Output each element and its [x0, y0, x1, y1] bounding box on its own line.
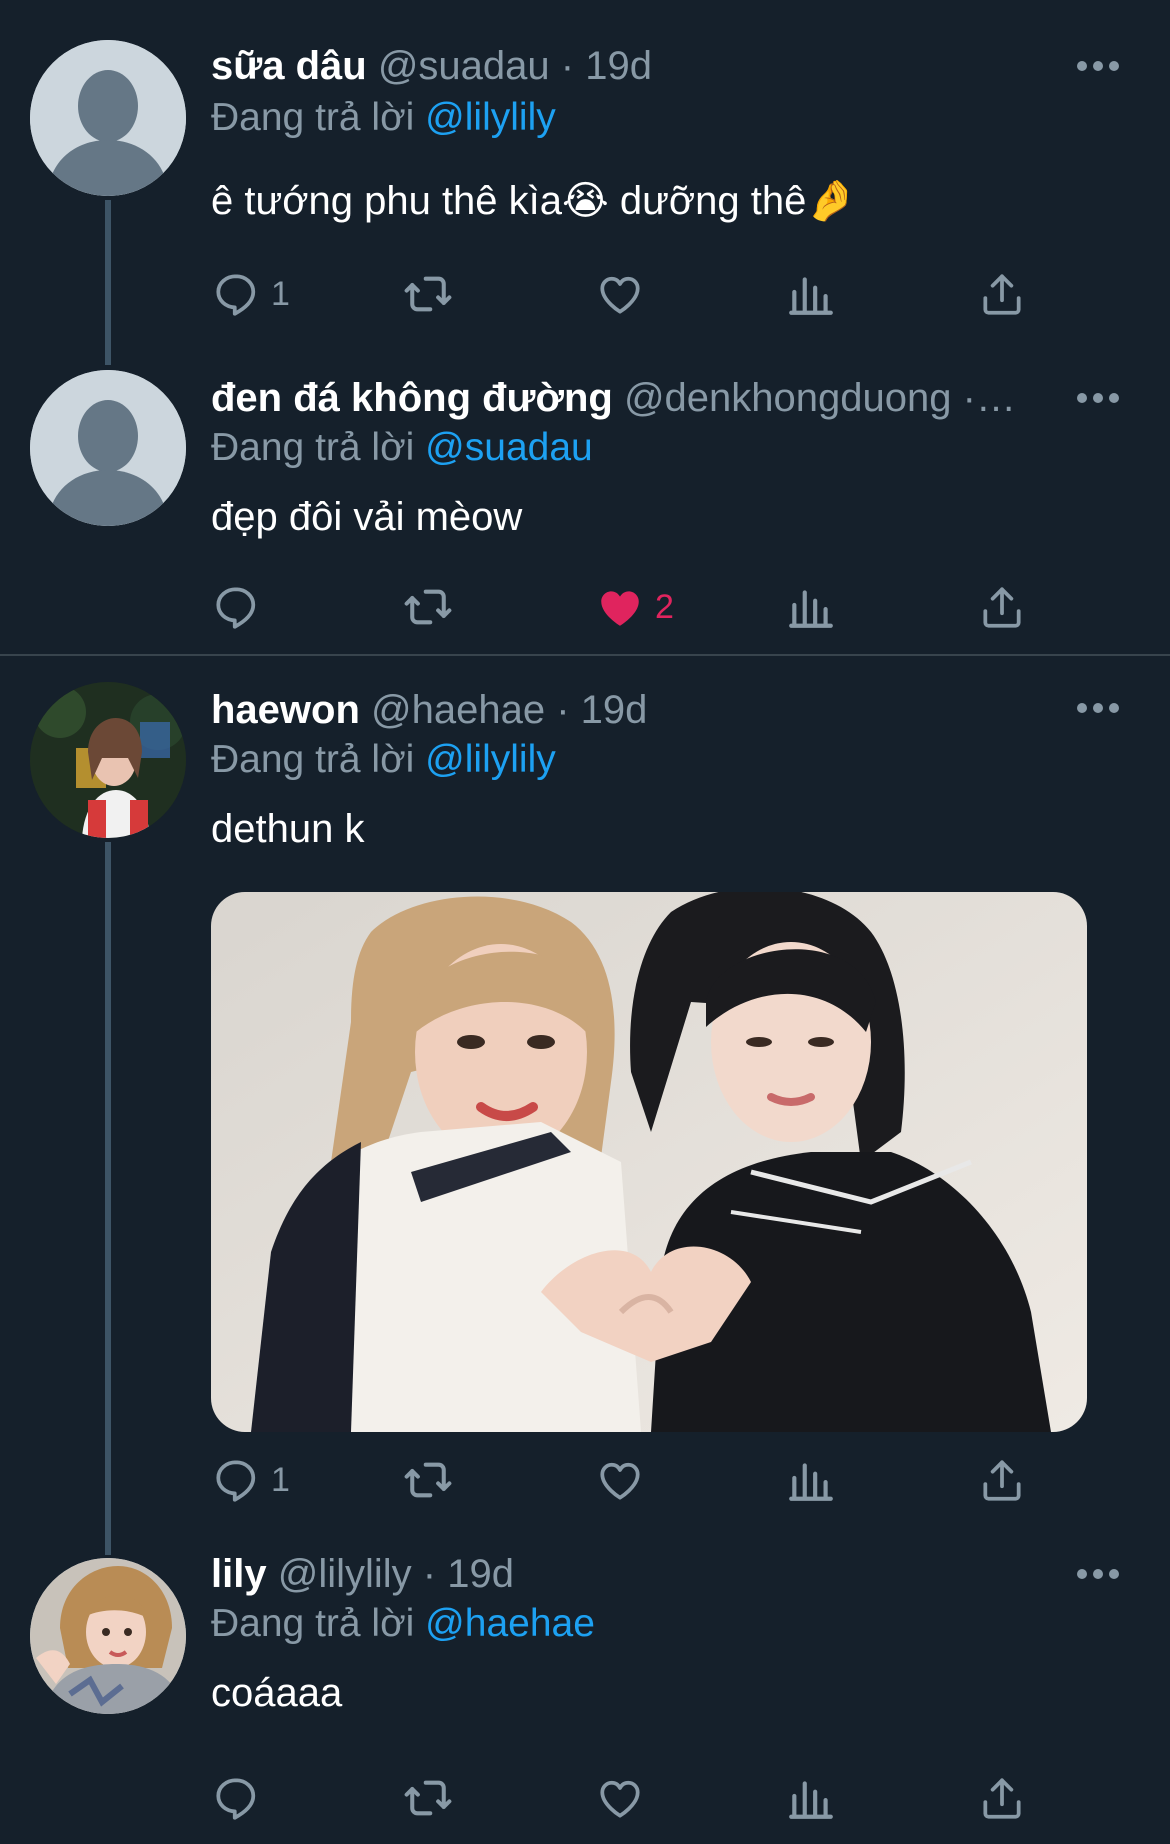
analytics-icon	[786, 582, 836, 632]
share-button[interactable]	[977, 1452, 1027, 1508]
replying-to: Đang trả lời @haehae	[211, 1600, 595, 1648]
retweet-button[interactable]	[401, 266, 455, 322]
analytics-icon	[786, 269, 836, 319]
user-handle[interactable]: @suadau	[378, 44, 550, 88]
retweet-icon	[401, 580, 455, 634]
tweet[interactable]: đen đá không đường @denkhongduong ·… Đan…	[0, 360, 1170, 654]
mention-link[interactable]: @suadau	[425, 426, 593, 469]
tweet-header: haewon @haehae · 19d	[211, 686, 1100, 734]
more-icon[interactable]	[1070, 1554, 1126, 1594]
tweet-header: đen đá không đường @denkhongduong ·…	[211, 374, 1100, 422]
retweet-icon	[401, 1453, 455, 1507]
reply-icon	[211, 269, 261, 319]
like-button[interactable]	[595, 1452, 645, 1508]
analytics-icon	[786, 1773, 836, 1823]
display-name[interactable]: haewon	[211, 688, 360, 732]
replying-label: Đang trả lời	[211, 738, 415, 781]
user-handle[interactable]: @lilylily	[278, 1552, 412, 1596]
avatar[interactable]	[30, 370, 186, 526]
tweet[interactable]: lily @lilylily · 19d Đang trả lời @haeha…	[0, 1538, 1170, 1844]
retweet-button[interactable]	[401, 1770, 455, 1826]
reply-icon	[211, 1773, 261, 1823]
like-icon	[595, 1773, 645, 1823]
avatar-photo	[30, 1558, 186, 1714]
reply-count: 1	[271, 1460, 290, 1499]
mention-link[interactable]: @lilylily	[425, 738, 556, 781]
tweet[interactable]: sữa dâu @suadau · 19d Đang trả lời @lily…	[0, 0, 1170, 360]
analytics-button[interactable]	[786, 266, 836, 322]
display-name[interactable]: lily	[211, 1552, 267, 1596]
like-button[interactable]: 2	[595, 579, 674, 635]
user-handle[interactable]: @haehae	[371, 688, 545, 732]
tweet-header: sữa dâu @suadau · 19d	[211, 42, 1100, 90]
action-bar: 2	[211, 579, 1041, 635]
timestamp[interactable]: · 19d	[556, 688, 647, 732]
retweet-icon	[401, 1771, 455, 1825]
avatar[interactable]	[30, 40, 186, 196]
action-bar	[211, 1770, 1041, 1826]
replying-to: Đang trả lời @lilylily	[211, 94, 556, 142]
more-icon[interactable]	[1070, 378, 1126, 418]
tweet-text: ê tướng phu thê kìa😭 dưỡng thê🤌	[211, 179, 857, 223]
default-avatar-icon	[30, 370, 186, 526]
user-handle[interactable]: @denkhongduong ·…	[624, 376, 1016, 420]
like-icon	[595, 269, 645, 319]
reply-count: 1	[271, 274, 290, 313]
analytics-button[interactable]	[786, 1770, 836, 1826]
avatar[interactable]	[30, 682, 186, 838]
replying-to: Đang trả lời @lilylily	[211, 736, 556, 784]
replying-to: Đang trả lời @suadau	[211, 424, 593, 472]
tweet-text: dethun k	[211, 807, 365, 851]
tweet-text: coáaaa	[211, 1671, 343, 1715]
retweet-button[interactable]	[401, 1452, 455, 1508]
more-icon[interactable]	[1070, 688, 1126, 728]
like-button[interactable]	[595, 1770, 645, 1826]
share-icon	[977, 269, 1027, 319]
share-icon	[977, 1773, 1027, 1823]
replying-label: Đang trả lời	[211, 96, 415, 139]
like-icon	[595, 1455, 645, 1505]
default-avatar-icon	[30, 40, 186, 196]
share-icon	[977, 582, 1027, 632]
like-filled-icon	[595, 582, 645, 632]
action-bar: 1	[211, 1452, 1041, 1508]
retweet-button[interactable]	[401, 579, 455, 635]
reply-button[interactable]	[211, 1770, 261, 1826]
display-name[interactable]: đen đá không đường	[211, 376, 613, 420]
replying-label: Đang trả lời	[211, 1602, 415, 1645]
share-button[interactable]	[977, 579, 1027, 635]
share-button[interactable]	[977, 1770, 1027, 1826]
photo-two-people-heart-hands	[211, 892, 1087, 1432]
timestamp[interactable]: · 19d	[561, 44, 652, 88]
display-name[interactable]: sữa dâu	[211, 44, 367, 88]
replying-label: Đang trả lời	[211, 426, 415, 469]
more-icon[interactable]	[1070, 46, 1126, 86]
tweet-text: đẹp đôi vải mèow	[211, 495, 523, 539]
avatar[interactable]	[30, 1558, 186, 1714]
reply-icon	[211, 1455, 261, 1505]
reply-button[interactable]: 1	[211, 1452, 290, 1508]
reply-button[interactable]: 1	[211, 266, 290, 322]
reply-icon	[211, 582, 261, 632]
avatar-photo	[30, 682, 186, 838]
mention-link[interactable]: @haehae	[425, 1602, 595, 1645]
analytics-icon	[786, 1455, 836, 1505]
like-count: 2	[655, 587, 674, 626]
share-button[interactable]	[977, 266, 1027, 322]
analytics-button[interactable]	[786, 579, 836, 635]
tweet-header: lily @lilylily · 19d	[211, 1550, 1100, 1598]
like-button[interactable]	[595, 266, 645, 322]
share-icon	[977, 1455, 1027, 1505]
action-bar: 1	[211, 266, 1041, 322]
tweet-photo[interactable]	[211, 892, 1087, 1432]
mention-link[interactable]: @lilylily	[425, 96, 556, 139]
analytics-button[interactable]	[786, 1452, 836, 1508]
retweet-icon	[401, 267, 455, 321]
reply-button[interactable]	[211, 579, 261, 635]
timestamp[interactable]: · 19d	[423, 1552, 514, 1596]
